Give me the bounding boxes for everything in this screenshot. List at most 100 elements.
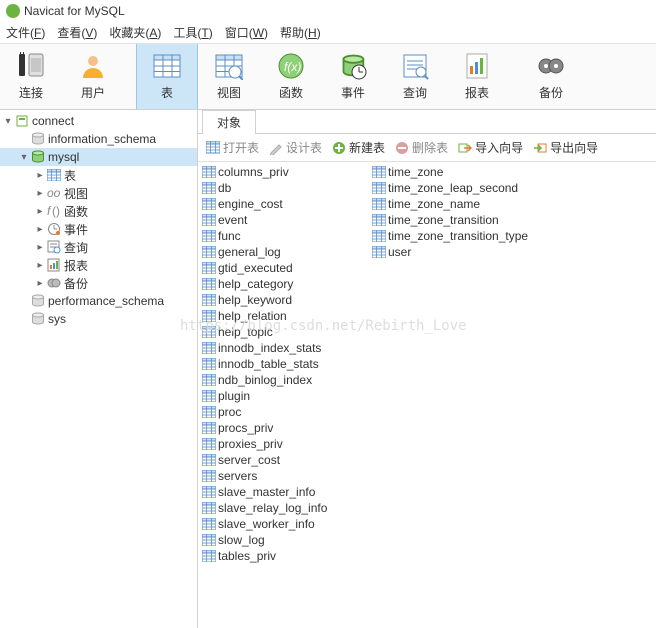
table-item[interactable]: time_zone_leap_second bbox=[372, 180, 528, 196]
menu-w[interactable]: 窗口(W) bbox=[225, 24, 268, 41]
expand-arrow-icon[interactable]: ▸ bbox=[34, 224, 46, 235]
tree-node-report[interactable]: ▸报表 bbox=[0, 256, 197, 274]
menu-t[interactable]: 工具(T) bbox=[173, 24, 212, 41]
delete-table-button[interactable]: 删除表 bbox=[395, 139, 448, 156]
event-icon bbox=[339, 52, 367, 80]
backup-icon bbox=[537, 52, 565, 80]
toolbar-view-button[interactable]: 视图 bbox=[198, 44, 260, 109]
table-item[interactable]: procs_priv bbox=[202, 420, 372, 436]
table-item[interactable]: help_category bbox=[202, 276, 372, 292]
expand-arrow-icon[interactable]: ▸ bbox=[34, 278, 46, 289]
tree-db-information_schema[interactable]: information_schema bbox=[0, 130, 197, 148]
table-item[interactable]: func bbox=[202, 228, 372, 244]
expand-arrow-icon[interactable]: ▾ bbox=[18, 152, 30, 163]
table-item[interactable]: slave_worker_info bbox=[202, 516, 372, 532]
table-item[interactable]: proc bbox=[202, 404, 372, 420]
table-icon bbox=[202, 550, 216, 562]
tree-node-backup[interactable]: ▸备份 bbox=[0, 274, 197, 292]
connection-tree[interactable]: ▾connectinformation_schema▾mysql▸表▸视图▸函数… bbox=[0, 110, 198, 628]
table-item[interactable]: time_zone_name bbox=[372, 196, 528, 212]
menu-f[interactable]: 文件(F) bbox=[6, 24, 45, 41]
function-icon bbox=[277, 52, 305, 80]
tree-node-query[interactable]: ▸查询 bbox=[0, 238, 197, 256]
table-item[interactable]: engine_cost bbox=[202, 196, 372, 212]
table-item[interactable]: time_zone bbox=[372, 164, 528, 180]
table-icon bbox=[202, 294, 216, 306]
table-icon bbox=[202, 486, 216, 498]
expand-arrow-icon[interactable]: ▸ bbox=[34, 260, 46, 271]
menu-h[interactable]: 帮助(H) bbox=[280, 24, 321, 41]
table-icon bbox=[202, 358, 216, 370]
table-item[interactable]: slave_relay_log_info bbox=[202, 500, 372, 516]
table-item[interactable]: gtid_executed bbox=[202, 260, 372, 276]
table-item[interactable]: help_relation bbox=[202, 308, 372, 324]
toolbar-query-button[interactable]: 查询 bbox=[384, 44, 446, 109]
toolbar-table-button[interactable]: 表 bbox=[136, 44, 198, 109]
table-item[interactable]: innodb_table_stats bbox=[202, 356, 372, 372]
table-icon bbox=[202, 166, 216, 178]
table-item[interactable]: servers bbox=[202, 468, 372, 484]
table-item[interactable]: general_log bbox=[202, 244, 372, 260]
table-icon bbox=[202, 278, 216, 290]
user-icon bbox=[79, 52, 107, 80]
table-item[interactable]: tables_priv bbox=[202, 548, 372, 564]
expand-arrow-icon[interactable]: ▸ bbox=[34, 206, 46, 217]
new-table-button[interactable]: 新建表 bbox=[332, 139, 385, 156]
table-item[interactable]: columns_priv bbox=[202, 164, 372, 180]
table-item[interactable]: time_zone_transition bbox=[372, 212, 528, 228]
table-icon bbox=[202, 374, 216, 386]
table-icon bbox=[202, 470, 216, 482]
table-item[interactable]: slave_master_info bbox=[202, 484, 372, 500]
table-item[interactable]: db bbox=[202, 180, 372, 196]
expand-arrow-icon[interactable]: ▸ bbox=[34, 242, 46, 253]
open-table-button[interactable]: 打开表 bbox=[206, 139, 259, 156]
table-icon bbox=[153, 52, 181, 80]
expand-arrow-icon[interactable]: ▾ bbox=[2, 116, 14, 127]
tree-node-function[interactable]: ▸函数 bbox=[0, 202, 197, 220]
table-item[interactable]: user bbox=[372, 244, 528, 260]
table-list: columns_privdbengine_costeventfuncgenera… bbox=[198, 162, 656, 628]
table-icon bbox=[372, 230, 386, 242]
tab-objects[interactable]: 对象 bbox=[202, 110, 256, 134]
table-icon bbox=[202, 326, 216, 338]
table-icon bbox=[372, 182, 386, 194]
toolbar-report-button[interactable]: 报表 bbox=[446, 44, 508, 109]
table-item[interactable]: event bbox=[202, 212, 372, 228]
toolbar-backup-button[interactable]: 备份 bbox=[520, 44, 582, 109]
table-item[interactable]: slow_log bbox=[202, 532, 372, 548]
table-item[interactable]: ndb_binlog_index bbox=[202, 372, 372, 388]
tree-node-event[interactable]: ▸事件 bbox=[0, 220, 197, 238]
content-tabbar: 对象 bbox=[198, 110, 656, 134]
new-table-icon bbox=[332, 141, 346, 155]
import-wizard-button[interactable]: 导入向导 bbox=[458, 139, 523, 156]
table-item[interactable]: plugin bbox=[202, 388, 372, 404]
tree-node-view[interactable]: ▸视图 bbox=[0, 184, 197, 202]
tree-db-mysql[interactable]: ▾mysql bbox=[0, 148, 197, 166]
toolbar-function-button[interactable]: 函数 bbox=[260, 44, 322, 109]
table-item[interactable]: help_topic bbox=[202, 324, 372, 340]
table-item[interactable]: server_cost bbox=[202, 452, 372, 468]
tree-connection[interactable]: ▾connect bbox=[0, 112, 197, 130]
table-icon bbox=[202, 214, 216, 226]
tree-db-performance_schema[interactable]: performance_schema bbox=[0, 292, 197, 310]
tree-node-table[interactable]: ▸表 bbox=[0, 166, 197, 184]
export-wizard-button[interactable]: 导出向导 bbox=[533, 139, 598, 156]
query-icon bbox=[401, 52, 429, 80]
toolbar-connect-button[interactable]: 连接 bbox=[0, 44, 62, 109]
toolbar-event-button[interactable]: 事件 bbox=[322, 44, 384, 109]
expand-arrow-icon[interactable]: ▸ bbox=[34, 188, 46, 199]
table-item[interactable]: help_keyword bbox=[202, 292, 372, 308]
expand-arrow-icon[interactable]: ▸ bbox=[34, 170, 46, 181]
table-icon bbox=[202, 406, 216, 418]
table-icon bbox=[372, 198, 386, 210]
tree-db-sys[interactable]: sys bbox=[0, 310, 197, 328]
menu-v[interactable]: 查看(V) bbox=[57, 24, 97, 41]
table-item[interactable]: time_zone_transition_type bbox=[372, 228, 528, 244]
toolbar-user-button[interactable]: 用户 bbox=[62, 44, 124, 109]
view-icon bbox=[215, 52, 243, 80]
table-icon bbox=[372, 214, 386, 226]
table-item[interactable]: proxies_priv bbox=[202, 436, 372, 452]
table-item[interactable]: innodb_index_stats bbox=[202, 340, 372, 356]
menu-a[interactable]: 收藏夹(A) bbox=[109, 24, 161, 41]
design-table-button[interactable]: 设计表 bbox=[269, 139, 322, 156]
